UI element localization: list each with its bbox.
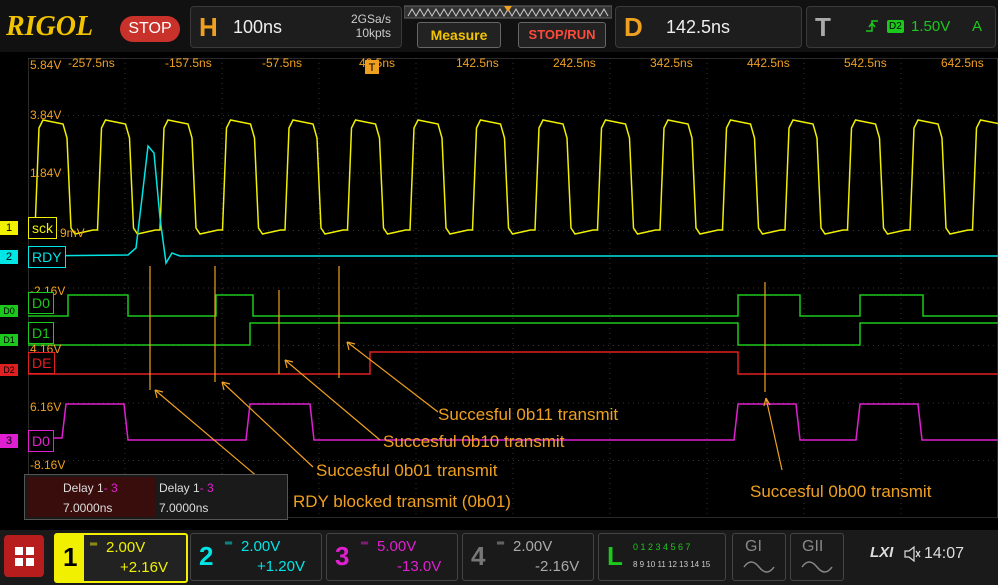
lxi-logo: LXI bbox=[870, 544, 894, 561]
gen1-label: GI bbox=[745, 538, 762, 555]
menu-button[interactable] bbox=[4, 535, 44, 577]
ch4-number: 4 bbox=[471, 541, 486, 571]
annotation-0b11: Succesful 0b11 transmit bbox=[438, 405, 619, 424]
annotation-0b01: Succesful 0b01 transmit bbox=[316, 461, 498, 480]
ch3-number: 3 bbox=[335, 541, 350, 571]
sine-wave-icon bbox=[801, 561, 833, 573]
ch3-settings[interactable]: 3 5.00V -13.0V ═ bbox=[326, 533, 458, 581]
la-letter: L bbox=[607, 541, 623, 571]
logic-analyzer-settings[interactable]: L 0 1 2 3 4 5 6 7 8 9 10 11 12 13 14 15 bbox=[598, 533, 726, 581]
ch2-scale: 2.00V bbox=[241, 538, 281, 555]
sine-wave-icon bbox=[743, 561, 775, 573]
mute-icon[interactable] bbox=[903, 546, 921, 562]
generator-1-button[interactable]: GI bbox=[732, 533, 786, 581]
gen2-label: GII bbox=[802, 538, 824, 555]
annotation-0b10: Succesful 0b10 transmit bbox=[383, 432, 565, 451]
ch2-number: 2 bbox=[199, 541, 214, 571]
ch2-settings[interactable]: 2 2.00V +1.20V ═ bbox=[190, 533, 322, 581]
ch3-offset: -13.0V bbox=[397, 558, 442, 575]
measure-header-2: Delay 1- 3 bbox=[159, 481, 214, 495]
clock: 14:07 bbox=[924, 545, 965, 562]
grid-menu-icon bbox=[15, 547, 34, 566]
measure-value-1: 7.0000ns bbox=[63, 501, 113, 515]
ch4-offset: -2.16V bbox=[535, 558, 580, 575]
measure-value-2: 7.0000ns bbox=[159, 501, 209, 515]
ch4-settings[interactable]: 4 2.00V -2.16V ═ bbox=[462, 533, 594, 581]
generator-2-button[interactable]: GII bbox=[790, 533, 844, 581]
ch1-offset: +2.16V bbox=[120, 559, 168, 576]
ch1-scale: 2.00V bbox=[106, 539, 146, 556]
ch4-scale: 2.00V bbox=[513, 538, 553, 555]
ch2-offset: +1.20V bbox=[257, 558, 305, 575]
ch1-number: 1 bbox=[63, 542, 78, 572]
measure-header-1: Delay 1- 3 bbox=[63, 481, 118, 495]
annotation-0b00: Succesful 0b00 transmit bbox=[750, 482, 932, 501]
la-channels-low: 0 1 2 3 4 5 6 7 bbox=[633, 542, 691, 552]
measure-table[interactable]: Delay 1- 3 7.0000ns Delay 1- 3 7.0000ns bbox=[24, 474, 288, 520]
annotation-blocked: RDY blocked transmit (0b01) bbox=[293, 492, 511, 511]
la-channels-high: 8 9 10 11 12 13 14 15 bbox=[633, 560, 711, 569]
ch3-scale: 5.00V bbox=[377, 538, 417, 555]
ch1-settings[interactable]: 1 2.00V +2.16V ═ bbox=[54, 533, 188, 583]
